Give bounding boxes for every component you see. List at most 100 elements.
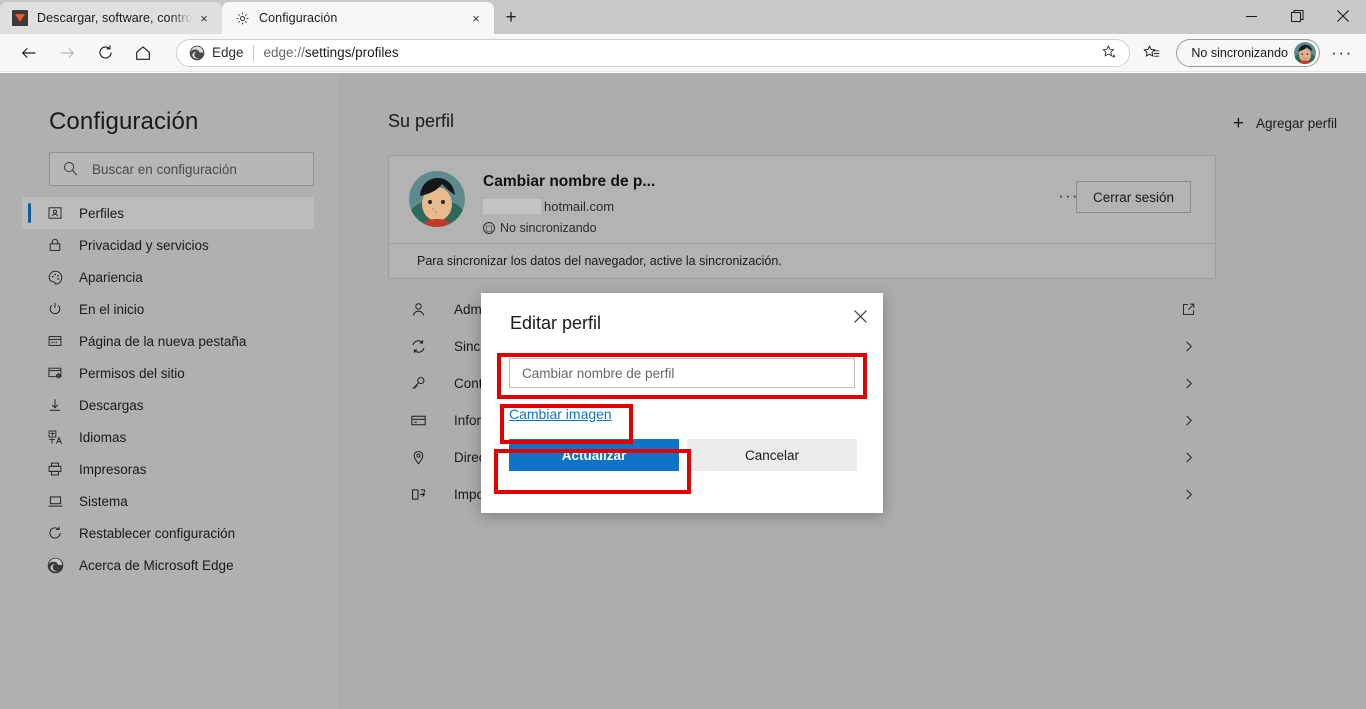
profile-email: hotmail.com [483, 199, 614, 214]
omnibox-url: edge://settings/profiles [264, 45, 399, 60]
sidebar-item-label: Apariencia [79, 269, 143, 285]
sidebar-item-label: Descargas [79, 397, 144, 413]
sidebar-item-nueva-pestana[interactable]: Página de la nueva pestaña [22, 325, 314, 357]
maximize-button[interactable] [1274, 0, 1320, 32]
omnibox-separator [252, 44, 254, 61]
tab-close-icon[interactable]: × [192, 6, 216, 30]
dialog-title: Editar perfil [510, 313, 602, 333]
chevron-right-icon [1176, 451, 1200, 464]
chevron-right-icon [1176, 488, 1200, 501]
back-button[interactable] [12, 38, 46, 68]
import-icon [408, 485, 428, 505]
location-pin-icon [408, 448, 428, 468]
search-input[interactable]: Buscar en configuración [49, 152, 314, 186]
cancel-button[interactable]: Cancelar [687, 439, 857, 471]
download-favicon [12, 10, 28, 26]
add-profile-label: Agregar perfil [1255, 116, 1337, 131]
avatar[interactable] [409, 171, 465, 227]
sync-note: Para sincronizar los datos del navegador… [389, 243, 1215, 278]
printer-icon [46, 460, 64, 478]
tab-descargar[interactable]: Descargar, software, controladores × [0, 2, 222, 34]
update-button[interactable]: Actualizar [509, 439, 679, 471]
reset-icon [46, 524, 64, 542]
sidebar-item-permisos[interactable]: Permisos del sitio [22, 357, 314, 389]
add-profile-button[interactable]: + Agregar perfil [1233, 114, 1337, 133]
settings-nav-list: Perfiles Privacidad y servicios Aparienc… [22, 197, 314, 581]
url-prefix: edge:// [263, 45, 305, 60]
sidebar-item-restablecer[interactable]: Restablecer configuración [22, 517, 314, 549]
avatar [1294, 41, 1316, 64]
minimize-button[interactable] [1228, 0, 1274, 32]
sidebar-item-label: En el inicio [79, 301, 145, 317]
settings-and-more-button[interactable]: ··· [1324, 38, 1360, 68]
signout-button[interactable]: Cerrar sesión [1075, 181, 1191, 213]
lock-icon [46, 236, 64, 254]
sidebar-item-impresoras[interactable]: Impresoras [22, 453, 314, 485]
edit-profile-dialog: Editar perfil Cambiar nombre de perfil C… [481, 293, 883, 513]
omnibox-right-icons [1095, 41, 1123, 65]
palette-icon [46, 268, 64, 286]
page-title: Configuración [49, 108, 199, 135]
tab-strip: Descargar, software, controladores × Con… [0, 0, 528, 34]
sidebar-item-label: Página de la nueva pestaña [79, 333, 247, 349]
forward-button[interactable] [50, 38, 84, 68]
profile-name: Cambiar nombre de p... [483, 173, 656, 190]
card-icon [408, 411, 428, 431]
gear-icon [234, 10, 250, 26]
browser-toolbar: Edge edge://settings/profiles No sincron… [0, 34, 1366, 72]
sync-icon [408, 337, 428, 357]
new-tab-button[interactable]: + [494, 2, 528, 34]
close-button[interactable] [1320, 0, 1366, 32]
url-path: settings/profiles [304, 45, 399, 60]
sidebar-item-idiomas[interactable]: Idiomas [22, 421, 314, 453]
favorites-button[interactable] [1136, 38, 1168, 68]
power-icon [46, 300, 64, 318]
external-link-icon [1176, 302, 1200, 317]
profile-row: Cambiar nombre de p... hotmail.com ◻ No … [389, 156, 1215, 244]
site-permissions-icon [46, 364, 64, 382]
sidebar-item-perfiles[interactable]: Perfiles [22, 197, 314, 229]
chevron-right-icon [1176, 414, 1200, 427]
profile-name-placeholder: Cambiar nombre de perfil [522, 365, 675, 381]
profile-name-input[interactable]: Cambiar nombre de perfil [509, 358, 855, 388]
laptop-icon [46, 492, 64, 510]
star-icon[interactable] [1095, 41, 1123, 65]
sidebar-item-label: Acerca de Microsoft Edge [79, 557, 234, 573]
sidebar-item-privacidad[interactable]: Privacidad y servicios [22, 229, 314, 261]
tab-title: Descargar, software, controladores [37, 11, 192, 25]
chevron-right-icon [1176, 377, 1200, 390]
settings-sidebar: Configuración Buscar en configuración Pe… [0, 73, 338, 709]
sidebar-item-apariencia[interactable]: Apariencia [22, 261, 314, 293]
profile-card-icon [46, 204, 64, 222]
sidebar-item-label: Impresoras [79, 461, 147, 477]
omnibox-brand: Edge [212, 45, 244, 60]
close-icon[interactable] [845, 301, 875, 331]
refresh-button[interactable] [88, 38, 122, 68]
search-icon [62, 160, 80, 178]
profile-card: Cambiar nombre de p... hotmail.com ◻ No … [388, 155, 1216, 279]
sidebar-item-label: Restablecer configuración [79, 525, 236, 541]
edge-logo-icon [46, 556, 64, 574]
sidebar-item-descargas[interactable]: Descargas [22, 389, 314, 421]
sidebar-item-label: Permisos del sitio [79, 365, 185, 381]
sync-status-button[interactable]: No sincronizando [1176, 38, 1320, 67]
sidebar-item-label: Perfiles [79, 205, 125, 221]
change-image-link[interactable]: Cambiar imagen [509, 406, 612, 422]
address-bar[interactable]: Edge edge://settings/profiles [176, 38, 1131, 67]
section-title: Su perfil [388, 111, 455, 131]
sidebar-item-sistema[interactable]: Sistema [22, 485, 314, 517]
sidebar-item-label: Idiomas [79, 429, 127, 445]
tab-close-icon[interactable]: × [464, 6, 488, 30]
sidebar-item-acerca-de[interactable]: Acerca de Microsoft Edge [22, 549, 314, 581]
tab-title: Configuración [259, 11, 338, 25]
tab-configuracion[interactable]: Configuración × [222, 2, 494, 34]
sidebar-item-label: Privacidad y servicios [79, 237, 209, 253]
plus-icon: + [1232, 113, 1244, 134]
sidebar-item-en-el-inicio[interactable]: En el inicio [22, 293, 314, 325]
dialog-actions: Actualizar Cancelar [509, 439, 857, 471]
edge-logo-icon [189, 45, 205, 61]
search-placeholder: Buscar en configuración [92, 161, 237, 177]
email-redaction-block [483, 199, 541, 214]
sidebar-item-label: Sistema [79, 493, 128, 509]
home-button[interactable] [126, 38, 160, 68]
